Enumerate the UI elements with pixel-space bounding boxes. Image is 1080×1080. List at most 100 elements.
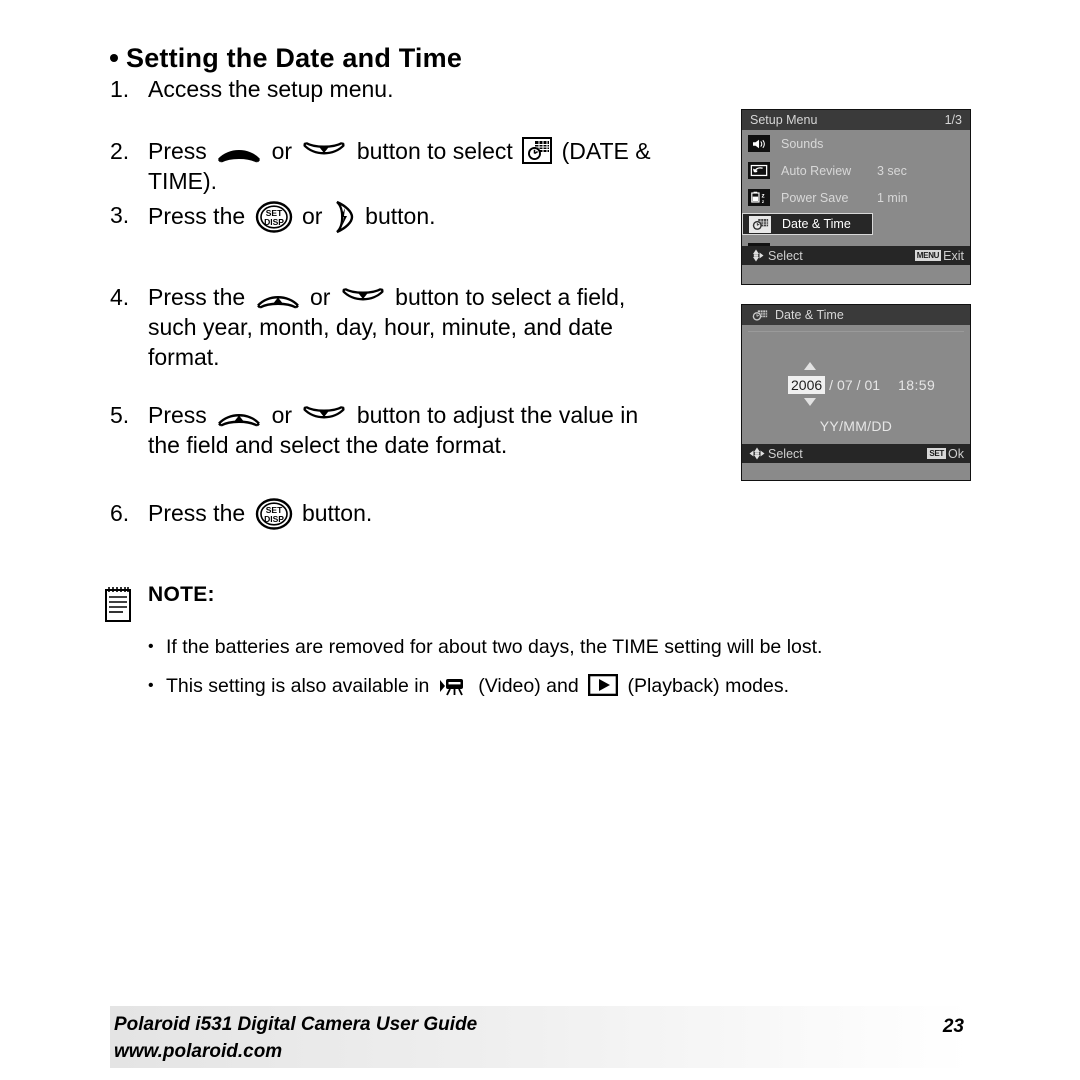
- menu-label-auto-review: Auto Review: [781, 163, 852, 178]
- menu-row-auto-review[interactable]: Auto Review 3 sec: [742, 157, 970, 184]
- step-3-text-a: Press the: [148, 203, 246, 229]
- bullet-dot-icon: [110, 54, 118, 62]
- note-item-1-text: If the batteries are removed for about t…: [166, 636, 823, 658]
- set-disp-button-icon: SET DISP: [255, 498, 293, 530]
- step-1-text: Access the setup menu.: [148, 76, 394, 102]
- date-time-icon: [750, 307, 768, 324]
- note-bullet: •: [148, 677, 154, 694]
- date-time-hint-bar: Select SET Ok: [742, 444, 970, 463]
- flash-right-button-icon: [333, 200, 355, 234]
- step-4-text-a: Press the: [148, 284, 246, 310]
- date-time-menu-icon: [522, 137, 553, 164]
- step-3-number: 3.: [110, 202, 130, 228]
- step-1-number: 1.: [110, 76, 130, 102]
- date-time-ok-hint: Ok: [948, 446, 964, 461]
- step-4: 4. Press the or button to select a field…: [110, 282, 735, 372]
- svg-text:DISP: DISP: [264, 217, 284, 227]
- step-3: 3. Press the SET DISP or button.: [110, 200, 735, 234]
- note-item: • If the batteries are removed for about…: [148, 634, 924, 660]
- date-time-title-bar: Date & Time: [742, 305, 970, 325]
- step-3-text-b: or: [301, 203, 323, 229]
- page-footer: Polaroid i531 Digital Camera User Guide …: [110, 1006, 970, 1068]
- up-rocker-button-icon: [216, 140, 262, 164]
- set-disp-button-icon: SET DISP: [255, 201, 293, 233]
- step-5-text-a: Press: [148, 402, 207, 428]
- date-time-screen: Date & Time 2006 / 07 / 01 18:59 YY/MM/D…: [741, 304, 971, 481]
- menu-label-sounds: Sounds: [781, 136, 824, 151]
- step-4-number: 4.: [110, 284, 130, 310]
- step-2-text-e: TIME).: [148, 168, 217, 194]
- setup-menu-list: Sounds Auto Review 3 sec z z Power Save …: [742, 130, 970, 265]
- menu-row-sounds[interactable]: Sounds: [742, 130, 970, 157]
- day-field[interactable]: 01: [865, 377, 881, 393]
- playback-mode-icon: [587, 673, 619, 697]
- date-time-body: 2006 / 07 / 01 18:59 YY/MM/DD Select SET…: [742, 331, 970, 463]
- setup-menu-select-hint: Select: [768, 248, 803, 263]
- step-2-text-b: or: [271, 138, 293, 164]
- step-5-number: 5.: [110, 402, 130, 428]
- setup-menu-title-bar: Setup Menu 1/3: [742, 110, 970, 130]
- date-format-field[interactable]: YY/MM/DD: [748, 418, 964, 434]
- step-2-text-c: button to select: [356, 138, 513, 164]
- menu-row-date-time[interactable]: Date & Time: [742, 213, 873, 235]
- menu-button-tag: MENU: [914, 250, 942, 261]
- setup-menu-page-indicator: 1/3: [944, 113, 962, 127]
- up-rocker-button-icon: [216, 404, 262, 428]
- date-time-icon: [749, 215, 771, 233]
- increment-caret-icon[interactable]: [804, 362, 816, 370]
- date-separator-2: /: [856, 377, 861, 393]
- step-2: 2. Press or button to select (DATE & TIM…: [110, 136, 735, 196]
- note-label: NOTE:: [148, 583, 215, 606]
- decrement-caret-icon[interactable]: [804, 398, 816, 406]
- up-rocker-button-icon: [255, 286, 301, 310]
- date-time-fields: 2006 / 07 / 01 18:59: [788, 376, 935, 394]
- notepad-icon: [104, 585, 132, 623]
- down-rocker-button-icon: [301, 404, 347, 428]
- footer-url: www.polaroid.com: [114, 1041, 283, 1062]
- note-bullet: •: [148, 638, 154, 655]
- step-2-text-a: Press: [148, 138, 207, 164]
- step-2-number: 2.: [110, 138, 130, 164]
- time-field[interactable]: 18:59: [898, 377, 935, 393]
- menu-row-power-save[interactable]: z z Power Save 1 min: [742, 184, 970, 211]
- note-item: • This setting is also available in (Vid…: [148, 673, 924, 699]
- note-item-2-text-c: (Playback) modes.: [627, 675, 790, 697]
- footer-title: Polaroid i531 Digital Camera User Guide: [114, 1014, 478, 1035]
- instruction-steps: 1. Access the setup menu. 2. Press or bu…: [110, 74, 735, 530]
- step-6-text-b: button.: [301, 500, 373, 526]
- video-mode-icon: [439, 676, 469, 696]
- date-time-title: Date & Time: [775, 308, 844, 322]
- step-5-text-b: or: [271, 402, 293, 428]
- step-2-text-d: (DATE &: [561, 138, 651, 164]
- down-rocker-button-icon: [301, 140, 347, 164]
- updown-right-pad-icon: [748, 248, 764, 263]
- auto-review-icon: [748, 162, 770, 179]
- note-item-2-text-b: (Video) and: [478, 675, 579, 697]
- menu-value-power-save: 1 min: [877, 190, 908, 205]
- speaker-icon: [748, 135, 770, 152]
- page-number: 23: [942, 1016, 964, 1037]
- power-save-icon: z z: [748, 189, 770, 206]
- year-field[interactable]: 2006: [788, 376, 826, 394]
- down-rocker-button-icon: [340, 286, 386, 310]
- note-block: NOTE: • If the batteries are removed for…: [104, 583, 924, 712]
- step-5: 5. Press or button to adjust the value i…: [110, 400, 735, 460]
- setup-menu-screen: Setup Menu 1/3 Sounds Auto Review 3 sec …: [741, 109, 971, 285]
- step-4-text-e: format.: [148, 344, 220, 370]
- setup-menu-title: Setup Menu: [750, 113, 818, 127]
- page-title: Setting the Date and Time: [110, 43, 462, 74]
- step-1: 1. Access the setup menu.: [110, 74, 735, 104]
- date-separator-1: /: [829, 377, 834, 393]
- four-way-pad-icon: [748, 446, 765, 461]
- step-5-text-d: the field and select the date format.: [148, 432, 508, 458]
- step-6-number: 6.: [110, 500, 130, 526]
- month-field[interactable]: 07: [837, 377, 853, 393]
- note-item-2-text-a: This setting is also available in: [166, 675, 430, 697]
- step-4-text-c: button to select a field,: [395, 284, 626, 310]
- svg-text:z: z: [762, 199, 765, 204]
- page-title-text: Setting the Date and Time: [126, 43, 463, 73]
- step-5-text-c: button to adjust the value in: [356, 402, 639, 428]
- step-6-text-a: Press the: [148, 500, 246, 526]
- step-4-text-d: such year, month, day, hour, minute, and…: [148, 314, 613, 340]
- note-item-list: • If the batteries are removed for about…: [148, 634, 924, 699]
